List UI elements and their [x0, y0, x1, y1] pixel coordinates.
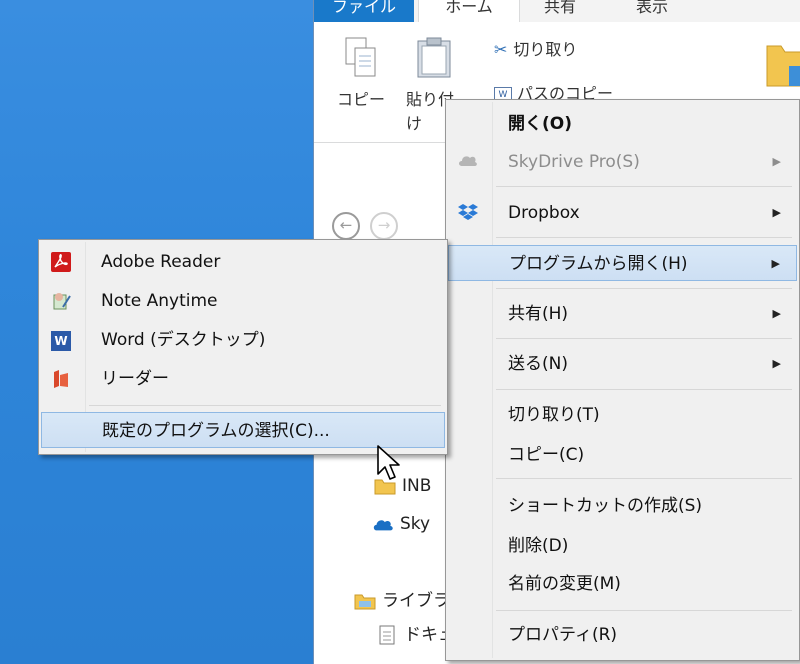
submenu-item-reader[interactable]: リーダー [41, 361, 445, 397]
submenu-item-adobe-reader[interactable]: Adobe Reader [41, 244, 445, 280]
note-anytime-icon [51, 291, 71, 311]
menu-item-label: 名前の変更(M) [508, 574, 621, 594]
menu-item-send-to[interactable]: 送る(N) ▶ [448, 346, 797, 382]
menu-separator [496, 338, 792, 339]
menu-item-skydrive-pro[interactable]: SkyDrive Pro(S) ▶ [448, 144, 797, 180]
tree-item-library[interactable]: ライブラ [354, 586, 450, 611]
tree-item-label: INB [402, 476, 432, 496]
tree-item-documents[interactable]: ドキュ [376, 620, 455, 645]
mouse-cursor-icon [377, 445, 400, 480]
menu-item-open-with[interactable]: プログラムから開く(H) ▶ [448, 245, 797, 281]
tree-item-label: ライブラ [382, 591, 450, 611]
menu-item-label: 既定のプログラムの選択(C)... [102, 421, 330, 441]
menu-item-label: 削除(D) [508, 536, 569, 556]
menu-separator [496, 186, 792, 187]
copy-icon [345, 37, 376, 77]
adobe-reader-icon [51, 252, 71, 272]
forward-arrow-icon[interactable]: → [370, 212, 398, 240]
paste-icon [417, 37, 451, 78]
menu-item-label: Note Anytime [101, 291, 218, 311]
cut-button[interactable]: ✂ 切り取り [494, 36, 577, 60]
tree-item-label: Sky [400, 514, 431, 534]
menu-item-label: プログラムから開く(H) [509, 254, 688, 274]
copy-label: コピー [336, 90, 385, 109]
menu-separator [496, 610, 792, 611]
submenu-item-choose-default-program[interactable]: 既定のプログラムの選択(C)... [41, 412, 445, 448]
library-icon [354, 594, 376, 610]
menu-item-label: Word (デスクトップ) [101, 330, 266, 350]
submenu-arrow-icon: ▶ [772, 357, 781, 370]
menu-separator [496, 389, 792, 390]
menu-item-rename[interactable]: 名前の変更(M) [448, 566, 797, 602]
menu-item-copy[interactable]: コピー(C) [448, 437, 797, 473]
menu-item-label: 送る(N) [508, 354, 568, 374]
reader-icon [51, 369, 71, 389]
menu-item-label: 切り取り(T) [508, 405, 600, 425]
submenu-item-word[interactable]: W Word (デスクトップ) [41, 322, 445, 358]
menu-item-dropbox[interactable]: Dropbox ▶ [448, 195, 797, 231]
menu-item-label: プロパティ(R) [508, 625, 618, 645]
menu-separator [89, 405, 441, 406]
folder-icon [766, 45, 800, 87]
submenu-item-note-anytime[interactable]: Note Anytime [41, 283, 445, 319]
copy-button[interactable]: コピー [336, 36, 386, 110]
menu-item-create-shortcut[interactable]: ショートカットの作成(S) [448, 488, 797, 524]
menu-item-properties[interactable]: プロパティ(R) [448, 617, 797, 653]
tree-item-skydrive[interactable]: Sky [372, 514, 430, 534]
menu-item-delete[interactable]: 削除(D) [448, 528, 797, 564]
menu-item-label: Dropbox [508, 203, 580, 223]
cloud-icon [458, 152, 478, 172]
menu-item-open[interactable]: 開く(O) [448, 106, 797, 142]
menu-item-label: リーダー [101, 369, 169, 389]
tab-home[interactable]: ホーム [418, 0, 520, 23]
cut-label: 切り取り [513, 40, 578, 59]
menu-item-label: 共有(H) [508, 304, 569, 324]
submenu-arrow-icon: ▶ [771, 257, 780, 270]
submenu-arrow-icon: ▶ [772, 307, 781, 320]
word-icon: W [51, 330, 71, 351]
open-with-submenu: Adobe Reader Note Anytime W Word (デスクトップ… [38, 239, 448, 455]
menu-item-label: ショートカットの作成(S) [508, 496, 703, 516]
skydrive-cloud-icon [373, 520, 393, 531]
ribbon-tab-bar: ファイル ホーム 共有 表示 [314, 0, 800, 23]
document-icon [379, 625, 395, 645]
menu-separator [496, 237, 792, 238]
navigation-buttons: ← → [332, 212, 408, 240]
menu-separator [496, 288, 792, 289]
submenu-arrow-icon: ▶ [772, 155, 781, 168]
menu-separator [496, 478, 792, 479]
menu-item-share[interactable]: 共有(H) ▶ [448, 296, 797, 332]
tab-file[interactable]: ファイル [314, 0, 414, 22]
back-arrow-icon[interactable]: ← [332, 212, 360, 240]
context-menu: 開く(O) SkyDrive Pro(S) ▶ Dropbox ▶ プログラムか… [445, 99, 800, 661]
submenu-arrow-icon: ▶ [772, 206, 781, 219]
scissors-icon: ✂ [494, 40, 508, 59]
tab-view[interactable]: 表示 [636, 0, 668, 22]
menu-item-label: SkyDrive Pro(S) [508, 152, 640, 172]
menu-item-cut[interactable]: 切り取り(T) [448, 397, 797, 433]
menu-item-label: Adobe Reader [101, 252, 221, 272]
tab-share[interactable]: 共有 [544, 0, 576, 22]
menu-item-label: 開く(O) [508, 114, 572, 134]
menu-item-label: コピー(C) [508, 445, 585, 465]
dropbox-icon [458, 203, 478, 223]
